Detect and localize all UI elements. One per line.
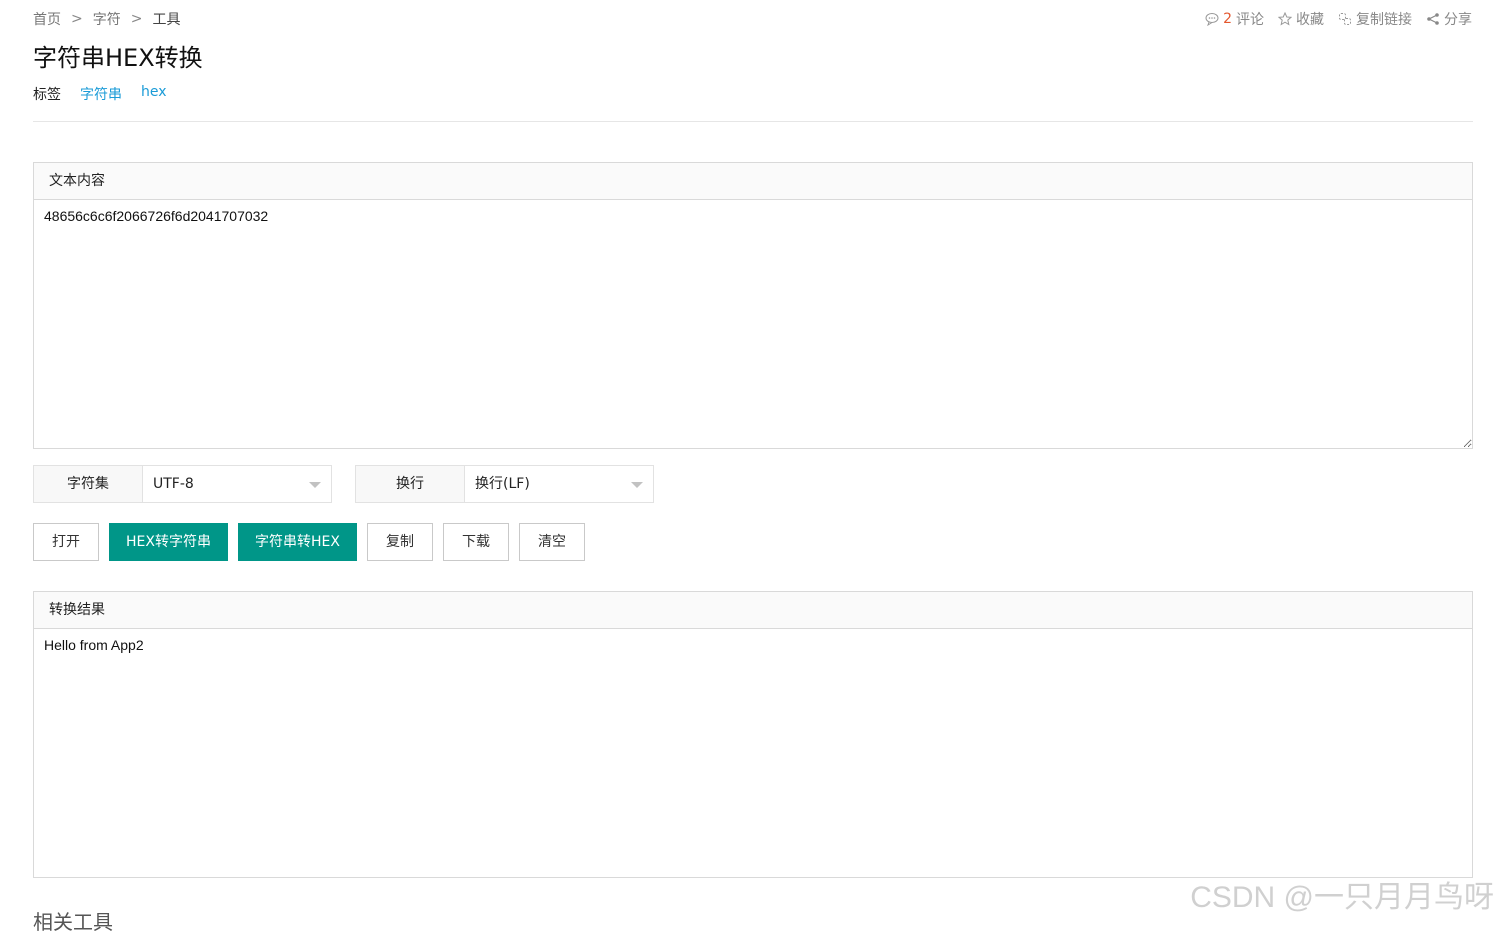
chevron-down-icon <box>631 482 643 488</box>
favorite-label: 收藏 <box>1296 12 1324 28</box>
link-icon <box>1339 13 1351 25</box>
charset-select[interactable]: UTF-8 <box>143 466 331 502</box>
tag-link-string[interactable]: 字符串 <box>80 84 122 104</box>
comment-action[interactable]: 2 评论 <box>1205 9 1264 29</box>
newline-select[interactable]: 换行(LF) <box>465 466 653 502</box>
newline-value: 换行(LF) <box>475 476 530 492</box>
share-icon <box>1427 13 1439 25</box>
share-label: 分享 <box>1444 12 1472 28</box>
chevron-down-icon <box>309 482 321 488</box>
star-icon <box>1278 12 1292 26</box>
charset-value: UTF-8 <box>153 476 194 492</box>
page-title: 字符串HEX转换 <box>33 44 203 72</box>
tags-label: 标签 <box>33 87 61 103</box>
breadcrumb-current[interactable]: 工具 <box>152 9 180 29</box>
copy-button[interactable]: 复制 <box>367 523 433 561</box>
divider <box>33 121 1473 122</box>
newline-select-group: 换行 换行(LF) <box>355 465 654 503</box>
output-panel: 转换结果 Hello from App2 <box>33 591 1473 878</box>
hex-to-string-button[interactable]: HEX转字符串 <box>109 523 228 561</box>
clear-button[interactable]: 清空 <box>519 523 585 561</box>
charset-label: 字符集 <box>34 466 143 502</box>
watermark: CSDN @一只月月鸟呀 <box>1190 881 1494 914</box>
text-content-input[interactable]: 48656c6c6f2066726f6d2041707032 <box>34 200 1472 448</box>
input-panel: 文本内容 48656c6c6f2066726f6d2041707032 <box>33 162 1473 449</box>
comment-label: 评论 <box>1236 12 1264 28</box>
copy-link-action[interactable]: 复制链接 <box>1338 9 1412 29</box>
string-to-hex-button[interactable]: 字符串转HEX <box>238 523 357 561</box>
related-tools-heading: 相关工具 <box>33 910 113 934</box>
output-panel-header: 转换结果 <box>34 592 1472 629</box>
copy-link-label: 复制链接 <box>1356 12 1412 28</box>
newline-label: 换行 <box>356 466 465 502</box>
favorite-action[interactable]: 收藏 <box>1278 9 1324 29</box>
tag-list: 标签 字符串 hex <box>33 84 167 104</box>
header-actions: 2 评论 收藏 复制链接 分享 <box>1205 9 1472 29</box>
breadcrumb: 首页 > 字符 > 工具 <box>33 9 180 29</box>
charset-select-group: 字符集 UTF-8 <box>33 465 332 503</box>
download-button[interactable]: 下载 <box>443 523 509 561</box>
share-action[interactable]: 分享 <box>1426 9 1472 29</box>
conversion-result[interactable]: Hello from App2 <box>34 629 1472 877</box>
open-button[interactable]: 打开 <box>33 523 99 561</box>
breadcrumb-home[interactable]: 首页 <box>33 9 61 29</box>
comment-icon <box>1205 13 1219 26</box>
tag-link-hex[interactable]: hex <box>141 84 167 104</box>
breadcrumb-category[interactable]: 字符 <box>93 9 121 29</box>
input-panel-header: 文本内容 <box>34 163 1472 200</box>
breadcrumb-separator: > <box>71 11 83 27</box>
comment-count: 2 <box>1223 11 1232 27</box>
breadcrumb-separator: > <box>130 11 143 27</box>
